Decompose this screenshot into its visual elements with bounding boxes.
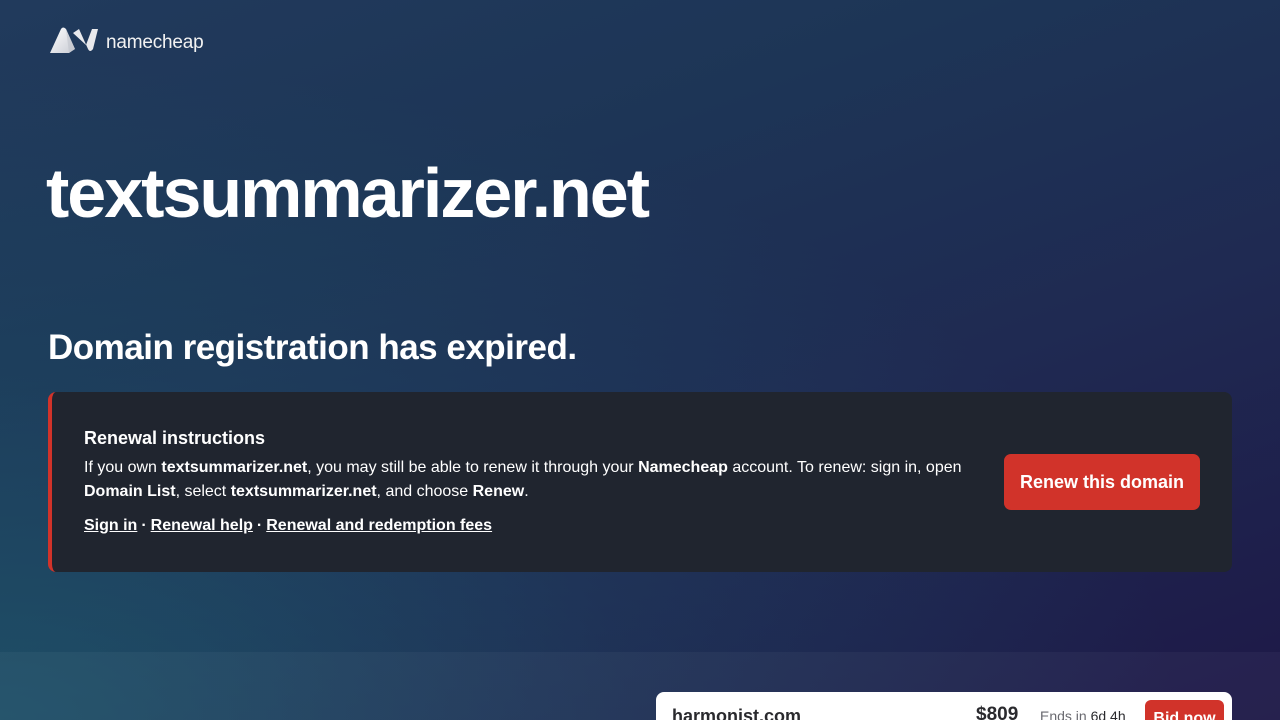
listing-ends-label: Ends in [1040, 708, 1087, 720]
domain-list-bold: Domain List [84, 483, 176, 500]
sign-in-link[interactable]: Sign in [84, 517, 137, 534]
renewal-instructions-text: If you own textsummarizer.net, you may s… [84, 456, 964, 504]
brand-name: namecheap [106, 32, 204, 53]
renewal-card-body: Renewal instructions If you own textsumm… [84, 428, 964, 536]
bid-now-button[interactable]: Bid now [1145, 700, 1224, 720]
text-segment: . [524, 483, 529, 500]
text-segment: account. To renew: sign in, open [727, 459, 962, 476]
link-separator: · [141, 517, 147, 534]
renewal-title: Renewal instructions [84, 428, 266, 448]
renewal-links: Sign in · Renewal help · Renewal and redempt… [84, 516, 964, 536]
namecheap-logo-icon[interactable] [48, 27, 100, 55]
text-segment: , you may still be able to renew it thro… [307, 459, 639, 476]
renew-domain-button[interactable]: Renew this domain [1004, 454, 1200, 510]
renewal-fees-link[interactable]: Renewal and redemption fees [266, 517, 492, 534]
marketplace-band: harmonist.com $809 Ends in 6d 4h Bid now [0, 652, 1280, 720]
renewal-card: Renewal instructions If you own textsumm… [48, 392, 1232, 572]
text-segment: , select [175, 483, 231, 500]
renew-bold: Renew [472, 483, 525, 500]
listing-ends-value: 6d 4h [1090, 708, 1126, 720]
renewal-help-link[interactable]: Renewal help [151, 517, 253, 534]
text-segment: If you own [84, 459, 162, 476]
listing-price: $809 [976, 704, 1019, 720]
listing-ends: Ends in 6d 4h [1040, 708, 1126, 720]
link-separator: · [256, 517, 263, 534]
site-header: namecheap [48, 26, 204, 56]
domain-title: textsummarizer.net [46, 154, 650, 232]
expired-heading: Domain registration has expired. [48, 328, 577, 367]
text-segment: , and choose [376, 483, 473, 500]
listing-domain-name[interactable]: harmonist.com [672, 706, 801, 720]
domain-name-bold: textsummarizer.net [230, 483, 377, 500]
brand-name-bold: Namecheap [638, 459, 728, 476]
domain-listing-card: harmonist.com $809 Ends in 6d 4h Bid now [656, 692, 1232, 720]
domain-name-bold: textsummarizer.net [161, 459, 308, 476]
